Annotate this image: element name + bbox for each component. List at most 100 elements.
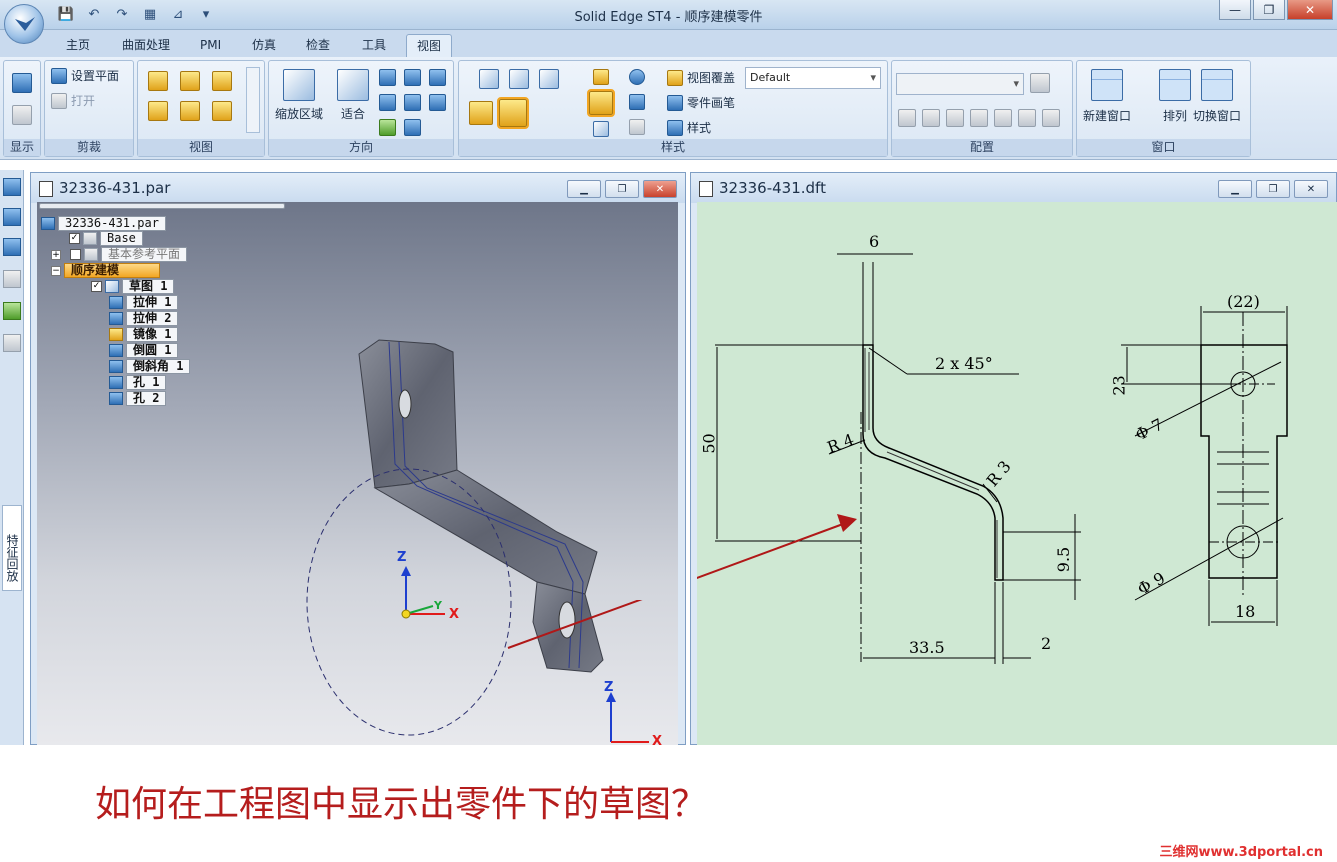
shaded-edges-icon[interactable] bbox=[497, 97, 529, 129]
view-bottom-icon[interactable] bbox=[180, 101, 200, 121]
draft-close-button[interactable]: ✕ bbox=[1294, 180, 1328, 198]
tree-base[interactable]: ✓ Base bbox=[69, 231, 143, 246]
switch-window-button[interactable]: 切换窗口 bbox=[1193, 69, 1241, 124]
view-left-icon[interactable] bbox=[148, 101, 168, 121]
dim-thickness[interactable]: 2 bbox=[1041, 634, 1051, 653]
zoom-icon[interactable] bbox=[379, 69, 396, 86]
tree-feature-round[interactable]: 倒圆 1 bbox=[109, 343, 179, 358]
config-tool-6-icon[interactable] bbox=[1018, 109, 1036, 127]
views-scroll[interactable] bbox=[246, 67, 260, 133]
tree-feature-extrude-2[interactable]: 拉伸 2 bbox=[109, 311, 179, 326]
dim-top-width[interactable]: 6 bbox=[869, 232, 879, 251]
sketch-checkbox[interactable]: ✓ bbox=[91, 281, 102, 292]
dim-hole-position[interactable]: 23 bbox=[1110, 375, 1129, 395]
config-tool-3-icon[interactable] bbox=[946, 109, 964, 127]
fit-button[interactable]: 适合 bbox=[337, 69, 369, 122]
draft-maximize-button[interactable]: ❐ bbox=[1256, 180, 1290, 198]
view-right-icon[interactable] bbox=[212, 71, 232, 91]
tab-inspect[interactable]: 检查 bbox=[296, 34, 340, 58]
view-override-select[interactable]: Default bbox=[745, 67, 881, 89]
analysis-icon[interactable] bbox=[3, 302, 21, 320]
part-minimize-button[interactable]: ▁ bbox=[567, 180, 601, 198]
sketch-view-icon[interactable] bbox=[429, 94, 446, 111]
texture-icon[interactable] bbox=[587, 89, 615, 117]
tab-surfacing[interactable]: 曲面处理 bbox=[112, 34, 180, 58]
config-tool-2-icon[interactable] bbox=[922, 109, 940, 127]
dim-height[interactable]: 50 bbox=[700, 433, 719, 453]
styles-button[interactable]: 样式 bbox=[667, 119, 711, 136]
close-button[interactable]: ✕ bbox=[1287, 0, 1333, 20]
tree-ordered[interactable]: − 顺序建模 bbox=[51, 263, 161, 278]
tab-home[interactable]: 主页 bbox=[56, 34, 100, 58]
save-config-icon[interactable] bbox=[1030, 73, 1050, 93]
arrange-button[interactable]: 排列 bbox=[1159, 69, 1191, 124]
tree-feature-hole-2[interactable]: 孔 2 bbox=[109, 391, 167, 406]
dim-width-ref[interactable]: (22) bbox=[1227, 292, 1260, 311]
rotate-icon[interactable] bbox=[379, 94, 396, 111]
wireframe-icon[interactable] bbox=[479, 69, 499, 89]
set-plane-button[interactable]: 设置平面 bbox=[51, 67, 119, 84]
drawing-sheet[interactable]: 6 2 x 45° 50 R 4 R 3 9.5 33.5 2 (22) 23 … bbox=[697, 202, 1337, 745]
show-panes-icon[interactable] bbox=[12, 73, 32, 93]
ref-planes-checkbox[interactable] bbox=[70, 249, 81, 260]
config-tool-4-icon[interactable] bbox=[970, 109, 988, 127]
spin-icon[interactable] bbox=[404, 94, 421, 111]
ordered-expander[interactable]: − bbox=[51, 265, 61, 276]
feature-library-icon[interactable] bbox=[3, 208, 21, 226]
globe-icon[interactable] bbox=[629, 69, 645, 85]
perspective-icon[interactable] bbox=[629, 119, 645, 135]
feature-playback-tab[interactable]: 特征回放 bbox=[2, 505, 22, 591]
tree-ref-planes[interactable]: + 基本参考平面 bbox=[51, 247, 188, 262]
tab-tools[interactable]: 工具 bbox=[352, 34, 396, 58]
dim-run[interactable]: 33.5 bbox=[909, 638, 945, 657]
visible-edges-icon[interactable] bbox=[539, 69, 559, 89]
layers-icon[interactable] bbox=[3, 238, 21, 256]
part-painter-button[interactable]: 零件画笔 bbox=[667, 94, 735, 111]
base-checkbox[interactable]: ✓ bbox=[69, 233, 80, 244]
view-top-icon[interactable] bbox=[180, 71, 200, 91]
camera-icon[interactable] bbox=[994, 109, 1012, 127]
extrude-icon bbox=[109, 312, 123, 325]
part-maximize-button[interactable]: ❐ bbox=[605, 180, 639, 198]
open-clip-button[interactable]: 打开 bbox=[51, 92, 95, 109]
config-tool-7-icon[interactable] bbox=[1042, 109, 1060, 127]
view-style-icon[interactable] bbox=[593, 121, 609, 137]
tree-feature-hole-1[interactable]: 孔 1 bbox=[109, 375, 167, 390]
pathfinder-icon[interactable] bbox=[3, 178, 21, 196]
sensors-icon[interactable] bbox=[3, 270, 21, 288]
tree-feature-chamfer[interactable]: 倒斜角 1 bbox=[109, 359, 191, 374]
view-front-icon[interactable] bbox=[148, 71, 168, 91]
application-button[interactable] bbox=[4, 4, 44, 44]
config-tool-1-icon[interactable] bbox=[898, 109, 916, 127]
tree-feature-sketch[interactable]: ✓ 草图 1 bbox=[91, 279, 175, 294]
minimize-button[interactable]: — bbox=[1219, 0, 1251, 20]
tab-view[interactable]: 视图 bbox=[406, 34, 453, 58]
maximize-button[interactable]: ❐ bbox=[1253, 0, 1285, 20]
tree-feature-mirror[interactable]: 镜像 1 bbox=[109, 327, 179, 342]
ref-planes-expander[interactable]: + bbox=[51, 249, 61, 260]
refresh-view-icon[interactable] bbox=[379, 119, 396, 136]
previous-view-icon[interactable] bbox=[429, 69, 446, 86]
tree-feature-extrude-1[interactable]: 拉伸 1 bbox=[109, 295, 179, 310]
named-views-icon[interactable] bbox=[404, 119, 421, 136]
dim-chamfer[interactable]: 2 x 45° bbox=[935, 354, 993, 373]
view-override-button[interactable]: 视图覆盖 bbox=[667, 69, 735, 86]
draft-minimize-button[interactable]: ▁ bbox=[1218, 180, 1252, 198]
dim-bottom-width[interactable]: 18 bbox=[1235, 602, 1255, 621]
tree-root[interactable]: 32336-431.par bbox=[41, 216, 166, 231]
new-window-button[interactable]: 新建窗口 bbox=[1083, 69, 1131, 124]
dim-foot[interactable]: 9.5 bbox=[1054, 547, 1073, 572]
zoom-area-button[interactable]: 缩放区域 bbox=[275, 69, 323, 122]
playback-icon[interactable] bbox=[3, 334, 21, 352]
part-close-button[interactable]: ✕ bbox=[643, 180, 677, 198]
view-back-icon[interactable] bbox=[212, 101, 232, 121]
shaded-icon[interactable] bbox=[469, 101, 493, 125]
hidden-edges-icon[interactable] bbox=[509, 69, 529, 89]
config-select[interactable] bbox=[896, 73, 1024, 95]
tab-pmi[interactable]: PMI bbox=[190, 34, 231, 58]
pan-icon[interactable] bbox=[404, 69, 421, 86]
tab-simulation[interactable]: 仿真 bbox=[242, 34, 286, 58]
light-icon[interactable] bbox=[593, 69, 609, 85]
reflection-icon[interactable] bbox=[629, 94, 645, 110]
show-toggle-icon[interactable] bbox=[12, 105, 32, 125]
